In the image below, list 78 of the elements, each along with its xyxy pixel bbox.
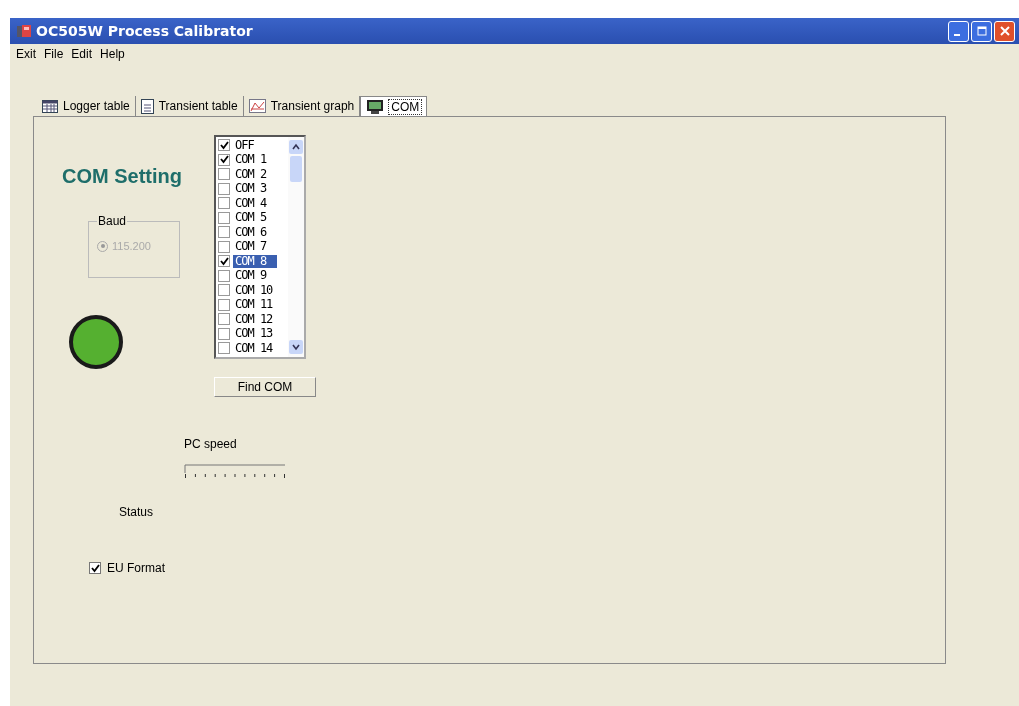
checkbox[interactable]	[218, 313, 230, 326]
port-label: COM 1	[234, 153, 268, 167]
checkbox[interactable]	[218, 139, 230, 152]
checkbox[interactable]	[218, 284, 230, 297]
port-item[interactable]: COM 7	[216, 239, 288, 254]
tab[interactable]: Transient graph	[243, 96, 361, 116]
monitor-icon	[366, 98, 385, 115]
eu-format-checkbox[interactable]: EU Format	[89, 561, 165, 575]
port-label: COM 5	[234, 211, 268, 225]
checkbox[interactable]	[218, 211, 230, 224]
port-label: COM 12	[234, 312, 274, 326]
checkbox[interactable]	[218, 342, 230, 355]
maximize-button[interactable]	[971, 20, 992, 42]
close-icon	[999, 26, 1010, 36]
port-label: COM 8	[233, 254, 277, 268]
check-icon	[219, 256, 229, 266]
port-item[interactable]: COM 13	[216, 326, 288, 341]
document-icon	[140, 98, 154, 114]
port-label: OFF	[234, 138, 255, 152]
checkbox[interactable]	[218, 226, 230, 239]
menu-item[interactable]: Edit	[71, 47, 93, 61]
checkbox[interactable]	[218, 240, 230, 253]
scrollbar[interactable]	[288, 137, 304, 357]
find-com-button[interactable]: Find COM	[214, 377, 316, 397]
menu-item[interactable]: File	[44, 47, 64, 61]
port-label: COM 2	[234, 167, 268, 181]
menu-item[interactable]: Exit	[16, 47, 36, 61]
port-label: COM 7	[234, 240, 268, 254]
port-item[interactable]: COM 14	[216, 341, 288, 356]
checkbox[interactable]	[218, 153, 230, 166]
port-label: COM 3	[234, 182, 268, 196]
port-label: COM 11	[234, 298, 274, 312]
tab[interactable]: Transient table	[135, 96, 244, 116]
port-label: COM 13	[234, 327, 274, 341]
maximize-icon	[976, 26, 987, 36]
close-button[interactable]	[994, 20, 1015, 42]
checkbox[interactable]	[218, 255, 230, 268]
port-item[interactable]: COM 5	[216, 210, 288, 225]
scroll-down-icon[interactable]	[289, 340, 303, 354]
section-heading: COM Setting	[62, 165, 183, 188]
port-item[interactable]: COM 2	[216, 167, 288, 182]
graph-icon	[248, 99, 266, 113]
port-item[interactable]: COM 1	[216, 152, 288, 167]
scroll-up-icon[interactable]	[289, 140, 303, 154]
port-item[interactable]: COM 12	[216, 312, 288, 327]
menu-item[interactable]: Help	[100, 47, 125, 61]
check-icon	[90, 563, 100, 573]
port-item[interactable]: COM 3	[216, 181, 288, 196]
port-label: COM 14	[234, 341, 274, 355]
tab[interactable]: COM	[360, 96, 428, 116]
port-label: COM 10	[234, 283, 274, 297]
window-title: OC505W Process Calibrator	[36, 23, 253, 39]
port-item[interactable]: COM 4	[216, 196, 288, 211]
status-light-icon	[68, 314, 124, 370]
port-label: COM 9	[234, 269, 268, 283]
port-item[interactable]: COM 10	[216, 283, 288, 298]
port-item[interactable]: COM 11	[216, 297, 288, 312]
checkbox[interactable]	[218, 327, 230, 340]
minimize-button[interactable]	[948, 20, 969, 42]
group-label: Baud	[97, 214, 128, 228]
checkbox[interactable]	[218, 269, 230, 282]
port-item[interactable]: COM 6	[216, 225, 288, 240]
status-label: Status	[119, 505, 155, 519]
checkbox[interactable]	[218, 182, 230, 195]
checkbox[interactable]	[218, 197, 230, 210]
port-label: COM 6	[234, 225, 268, 239]
port-label: COM 4	[234, 196, 268, 210]
checkbox[interactable]	[218, 298, 230, 311]
port-item[interactable]: COM 8	[216, 254, 288, 269]
tab[interactable]: Logger table	[37, 96, 136, 116]
pc-speed-label: PC speed	[184, 437, 238, 451]
app-icon	[16, 23, 32, 39]
checkbox[interactable]	[218, 168, 230, 181]
table-icon	[42, 99, 58, 113]
port-item[interactable]: OFF	[216, 138, 288, 153]
minimize-icon	[953, 34, 960, 36]
scrollbar-thumb[interactable]	[290, 156, 302, 182]
port-item[interactable]: COM 9	[216, 268, 288, 283]
